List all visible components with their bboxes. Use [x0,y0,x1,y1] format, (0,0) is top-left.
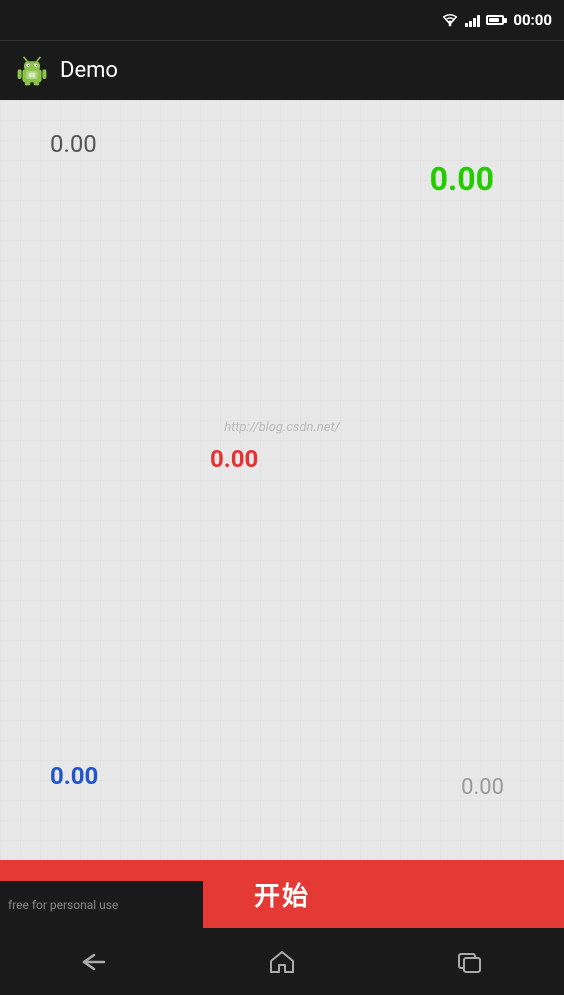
free-text-label: free for personal use [8,898,118,912]
main-content: 0.00 0.00 http://blog.csdn.net/ 0.00 0.0… [0,100,564,860]
app-title: Demo [60,58,118,83]
back-icon [80,951,108,973]
app-icon [16,55,48,87]
back-button[interactable] [0,928,188,995]
free-text-container: free for personal use [0,881,203,928]
status-time: 00:00 [513,11,552,29]
home-button[interactable] [188,928,376,995]
recent-button[interactable] [376,928,564,995]
battery-icon [486,15,507,25]
home-icon [269,950,295,974]
value-center: 0.00 [210,445,258,473]
start-button-label: 开始 [254,876,310,913]
wifi-icon [441,13,459,27]
nav-bar: free for personal use [0,928,564,995]
signal-icon [465,13,480,27]
value-bottom-left: 0.00 [50,762,98,790]
status-bar: 00:00 [0,0,564,40]
action-bar: Demo [0,40,564,100]
value-top-left: 0.00 [50,130,97,158]
recent-icon [457,950,483,974]
watermark-text: http://blog.csdn.net/ [224,420,340,435]
status-icons: 00:00 [441,11,552,29]
value-top-right: 0.00 [430,160,494,198]
value-bottom-right: 0.00 [461,775,504,800]
